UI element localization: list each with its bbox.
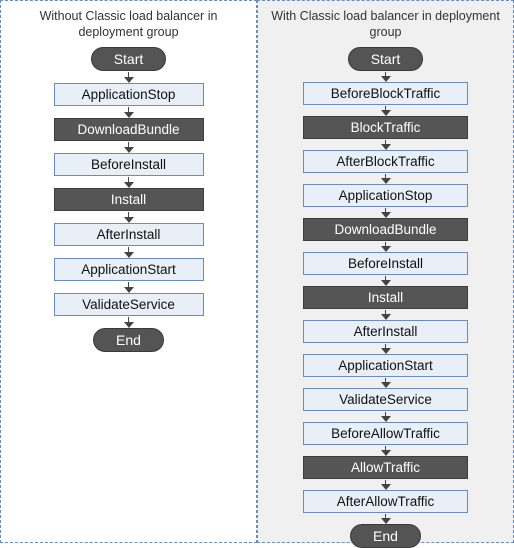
flow-step: AfterAllowTraffic	[303, 490, 468, 513]
flow-arrow-icon	[381, 208, 391, 218]
flow-step: AfterInstall	[303, 320, 468, 343]
start-node: Start	[348, 47, 424, 71]
flow-arrow-icon	[381, 514, 391, 524]
flow-step: ApplicationStart	[303, 354, 468, 377]
right-flow-body: BeforeBlockTraffic BlockTraffic AfterBlock…	[303, 71, 468, 548]
flow-arrow-icon	[381, 310, 391, 320]
flow-arrow-icon	[381, 174, 391, 184]
end-node: End	[350, 524, 421, 548]
flow-arrow-icon	[124, 177, 134, 188]
flow-arrow-icon	[381, 106, 391, 116]
flow-step: BeforeBlockTraffic	[303, 82, 468, 105]
right-flow-column: With Classic load balancer in deployment…	[257, 0, 514, 543]
flow-step: DownloadBundle	[303, 218, 468, 241]
flow-step: ApplicationStop	[54, 83, 204, 106]
flow-step: ValidateService	[303, 388, 468, 411]
flow-arrow-icon	[381, 242, 391, 252]
flow-arrow-icon	[124, 142, 134, 153]
flow-step: DownloadBundle	[54, 118, 204, 141]
left-title: Without Classic load balancer in deploym…	[7, 9, 250, 41]
flow-step: BeforeInstall	[54, 153, 204, 176]
flow-step: BeforeAllowTraffic	[303, 422, 468, 445]
left-flow-body: ApplicationStop DownloadBundle BeforeInsta…	[54, 71, 204, 352]
right-title: With Classic load balancer in deployment…	[264, 9, 507, 41]
flow-arrow-icon	[381, 378, 391, 388]
flow-step: AfterBlockTraffic	[303, 150, 468, 173]
flow-arrow-icon	[124, 72, 134, 83]
flow-step: AllowTraffic	[303, 456, 468, 479]
flow-arrow-icon	[381, 72, 391, 82]
flow-step: BeforeInstall	[303, 252, 468, 275]
flow-arrow-icon	[381, 344, 391, 354]
end-node: End	[93, 328, 164, 352]
start-node: Start	[91, 47, 167, 71]
flow-step: Install	[54, 188, 204, 211]
flow-arrow-icon	[124, 282, 134, 293]
flow-step: ApplicationStart	[54, 258, 204, 281]
flow-arrow-icon	[124, 107, 134, 118]
flow-arrow-icon	[124, 212, 134, 223]
flow-step: AfterInstall	[54, 223, 204, 246]
flow-arrow-icon	[381, 140, 391, 150]
flow-arrow-icon	[381, 276, 391, 286]
flow-step: ApplicationStop	[303, 184, 468, 207]
flow-arrow-icon	[381, 412, 391, 422]
flow-step: ValidateService	[54, 293, 204, 316]
flow-arrow-icon	[124, 247, 134, 258]
left-flow-column: Without Classic load balancer in deploym…	[0, 0, 257, 543]
flow-arrow-icon	[381, 446, 391, 456]
flow-step: BlockTraffic	[303, 116, 468, 139]
flow-step: Install	[303, 286, 468, 309]
flow-arrow-icon	[124, 317, 134, 328]
flow-arrow-icon	[381, 480, 391, 490]
